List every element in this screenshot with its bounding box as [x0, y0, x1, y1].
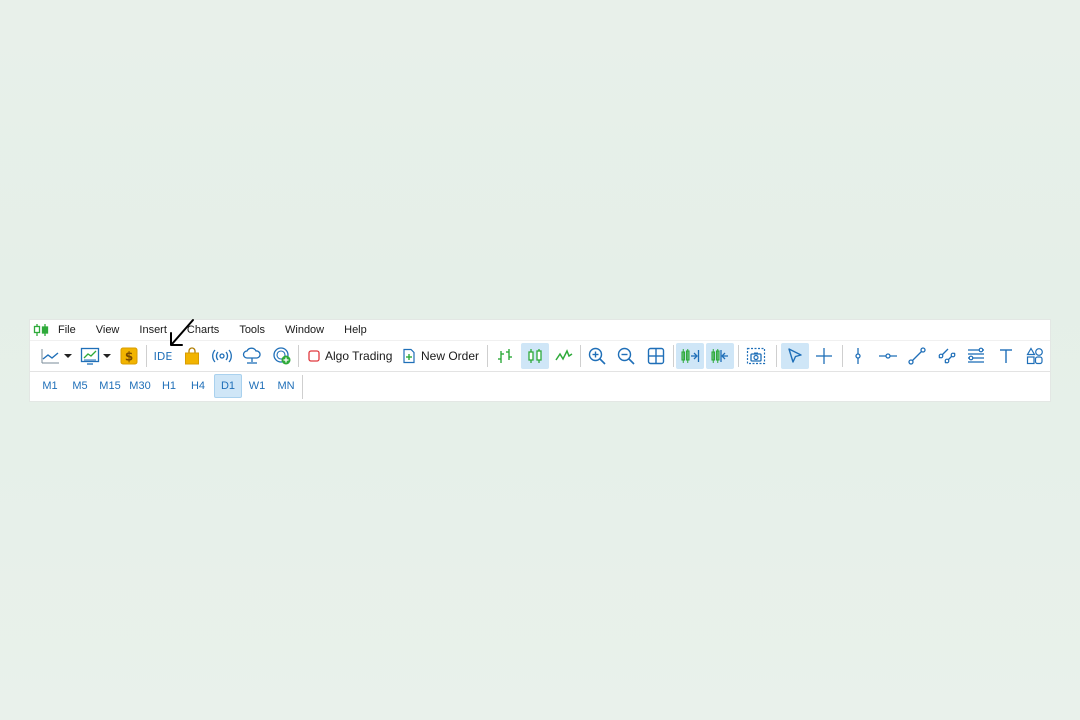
toolbar-separator	[738, 345, 739, 367]
algo-trading-label: Algo Trading	[325, 349, 393, 363]
timeframe-h1[interactable]: H1	[155, 374, 183, 398]
zoom-in-button[interactable]	[584, 343, 610, 369]
market-button[interactable]: $	[118, 343, 140, 369]
menu-help[interactable]: Help	[334, 320, 377, 340]
toolbar-separator	[580, 345, 581, 367]
chart-shift-icon	[711, 349, 728, 363]
screenshot-icon	[746, 347, 766, 365]
horizontal-line-icon	[879, 353, 897, 359]
vertical-line-button[interactable]	[845, 343, 871, 369]
timeframe-mn[interactable]: MN	[272, 374, 300, 398]
timeframe-m5[interactable]: M5	[66, 374, 94, 398]
timeframe-m1[interactable]: M1	[36, 374, 64, 398]
text-tool-button[interactable]	[993, 343, 1019, 369]
chart-template-button[interactable]	[78, 343, 102, 369]
screenshot-button[interactable]	[742, 343, 770, 369]
toolbar-separator	[146, 345, 147, 367]
toolbar-separator	[487, 345, 488, 367]
shapes-icon	[1026, 347, 1043, 365]
line-chart-button[interactable]	[38, 343, 62, 369]
horizontal-line-button[interactable]	[875, 343, 901, 369]
crosshair-button[interactable]	[811, 343, 837, 369]
timeframe-h4[interactable]: H4	[184, 374, 212, 398]
dollar-icon: $	[120, 347, 138, 365]
tile-windows-button[interactable]	[643, 343, 669, 369]
auto-scroll-icon	[681, 349, 700, 363]
vps-icon	[273, 347, 291, 365]
candlestick-button[interactable]	[521, 343, 549, 369]
toolbar-separator	[298, 345, 299, 367]
fibonacci-button[interactable]	[963, 343, 989, 369]
annotation-arrow-icon	[170, 319, 194, 346]
vertical-line-icon	[855, 348, 861, 364]
timeframe-w1[interactable]: W1	[243, 374, 271, 398]
menu-tools[interactable]: Tools	[229, 320, 275, 340]
new-order-icon	[403, 348, 415, 364]
fibonacci-icon	[968, 347, 984, 363]
line-chart-icon	[41, 349, 59, 364]
chart-template-icon	[80, 347, 100, 365]
timeframe-d1[interactable]: D1	[214, 374, 242, 398]
ide-icon: IDE	[153, 349, 173, 363]
timeframe-separator	[302, 375, 303, 399]
cursor-button[interactable]	[781, 343, 809, 369]
parallel-channel-icon	[938, 348, 956, 364]
cloud-button[interactable]	[240, 343, 264, 369]
trend-line-icon	[908, 347, 926, 365]
zoom-out-button[interactable]	[613, 343, 639, 369]
parallel-channel-button[interactable]	[934, 343, 960, 369]
text-icon	[1000, 349, 1012, 363]
crosshair-icon	[816, 348, 832, 364]
menu-file[interactable]: File	[50, 320, 86, 340]
line-graph-icon	[555, 349, 573, 361]
toolbar-separator	[842, 345, 843, 367]
chart-template-dropdown[interactable]	[102, 343, 112, 369]
auto-scroll-button[interactable]	[676, 343, 704, 369]
new-order-button[interactable]: New Order	[400, 343, 484, 369]
menu-view[interactable]: View	[86, 320, 130, 340]
bar-chart-button[interactable]	[492, 343, 518, 369]
algo-trading-icon	[308, 350, 320, 362]
toolbar-separator	[673, 345, 674, 367]
bar-chart-icon	[498, 349, 512, 363]
timeframe-m15[interactable]: M15	[95, 374, 125, 398]
tile-windows-icon	[647, 347, 665, 365]
algo-trading-button[interactable]: Algo Trading	[304, 343, 400, 369]
line-graph-button[interactable]	[551, 343, 577, 369]
signals-icon	[212, 349, 232, 363]
cursor-icon	[788, 348, 802, 363]
cloud-icon	[242, 347, 261, 364]
timeframe-m30[interactable]: M30	[125, 374, 155, 398]
shapes-button[interactable]	[1022, 343, 1048, 369]
candlestick-icon	[528, 349, 542, 363]
line-chart-dropdown[interactable]	[63, 343, 73, 369]
new-order-label: New Order	[421, 349, 480, 363]
menu-window[interactable]: Window	[275, 320, 334, 340]
dropdown-arrow-icon	[103, 354, 111, 358]
zoom-out-icon	[617, 347, 635, 365]
svg-text:$: $	[125, 350, 133, 364]
signals-button[interactable]	[210, 343, 234, 369]
zoom-in-icon	[588, 347, 606, 365]
app-logo-icon	[32, 321, 50, 339]
trend-line-button[interactable]	[904, 343, 930, 369]
chart-shift-button[interactable]	[706, 343, 734, 369]
vps-button[interactable]	[270, 343, 294, 369]
toolbar-separator	[776, 345, 777, 367]
dropdown-arrow-icon	[64, 354, 72, 358]
